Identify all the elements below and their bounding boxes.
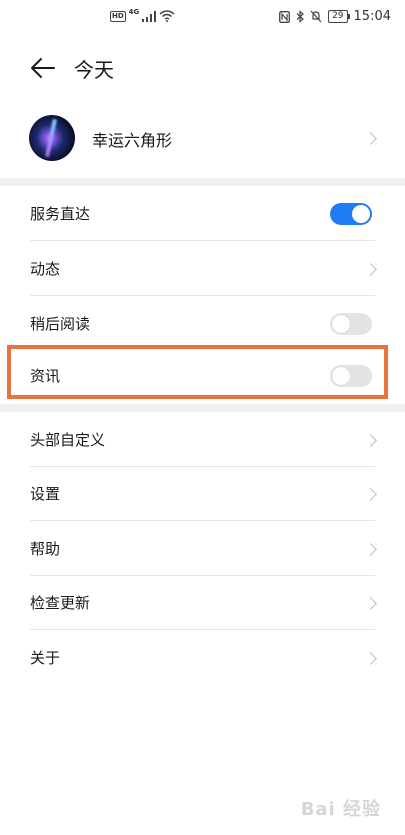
menu-label: 帮助 — [30, 540, 61, 558]
toggle-knob — [352, 205, 370, 223]
chevron-right-icon — [364, 263, 377, 276]
clock: 15:04 — [353, 9, 391, 24]
wifi-icon — [159, 10, 175, 22]
toggle-knob — [332, 367, 350, 385]
divider — [30, 295, 375, 296]
menu-label: 头部自定义 — [30, 431, 106, 449]
divider — [30, 520, 375, 521]
status-bar: HD 4G 29 15:04 — [0, 0, 405, 36]
setting-label: 稍后阅读 — [30, 315, 91, 333]
nfc-icon — [279, 10, 291, 23]
setting-row-read-later: 稍后阅读 — [0, 297, 405, 351]
menu-label: 设置 — [30, 485, 61, 503]
setting-label: 动态 — [30, 260, 61, 278]
page-title: 今天 — [74, 58, 114, 82]
chevron-right-icon — [364, 434, 377, 447]
menu-label: 关于 — [30, 649, 61, 667]
setting-row-dynamic[interactable]: 动态 — [0, 242, 405, 296]
mute-bell-icon — [310, 10, 322, 23]
back-arrow-icon[interactable] — [30, 56, 56, 80]
profile-name: 幸运六角形 — [92, 131, 173, 150]
status-left: HD 4G — [110, 8, 175, 22]
chevron-right-icon — [364, 652, 377, 665]
network-type: 4G — [128, 8, 140, 16]
menu-row-header-custom[interactable]: 头部自定义 — [0, 413, 405, 467]
section-gap — [0, 404, 405, 412]
menu-label: 检查更新 — [30, 594, 91, 612]
bluetooth-icon — [296, 10, 304, 23]
news-toggle[interactable] — [330, 365, 372, 387]
hd-indicator: HD — [110, 10, 126, 22]
menu-row-about[interactable]: 关于 — [0, 631, 405, 685]
battery-icon: 29 — [328, 10, 351, 23]
signal-icon — [142, 10, 157, 22]
header: 今天 — [0, 48, 405, 88]
read-later-toggle[interactable] — [330, 313, 372, 335]
setting-label: 服务直达 — [30, 205, 91, 223]
menu-row-help[interactable]: 帮助 — [0, 522, 405, 576]
chevron-right-icon — [364, 132, 377, 145]
toggle-knob — [332, 315, 350, 333]
chevron-right-icon — [364, 597, 377, 610]
service-direct-toggle[interactable] — [330, 203, 372, 225]
avatar — [29, 115, 75, 161]
setting-row-news: 资讯 — [0, 349, 405, 403]
watermark: Bai 经验 — [300, 799, 381, 820]
status-right: 29 15:04 — [279, 9, 391, 24]
setting-row-service-direct: 服务直达 — [0, 187, 405, 241]
menu-row-settings[interactable]: 设置 — [0, 467, 405, 521]
divider — [30, 240, 375, 241]
chevron-right-icon — [364, 488, 377, 501]
divider — [30, 629, 375, 630]
section-gap — [0, 178, 405, 186]
profile-row[interactable]: 幸运六角形 — [0, 110, 405, 170]
chevron-right-icon — [364, 543, 377, 556]
menu-row-check-update[interactable]: 检查更新 — [0, 576, 405, 630]
setting-label: 资讯 — [30, 367, 61, 385]
